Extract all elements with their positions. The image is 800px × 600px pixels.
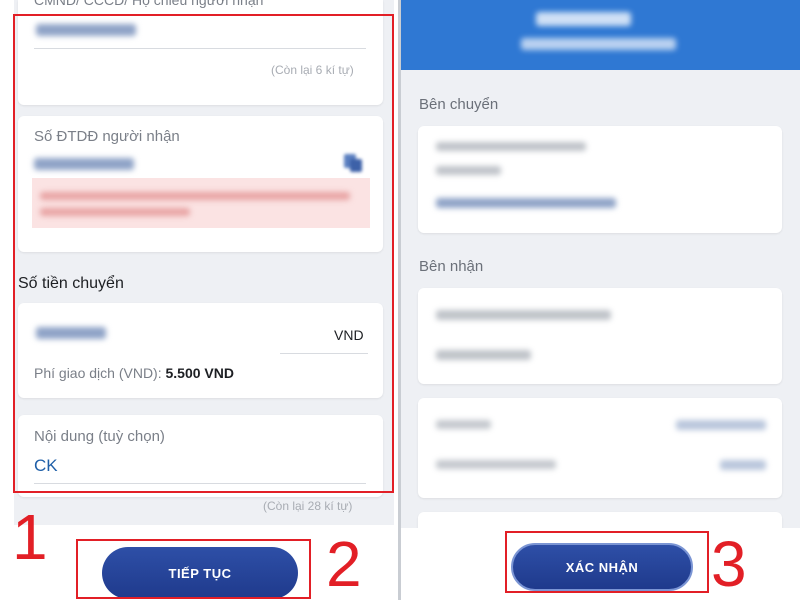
annotation-box-form [13, 14, 394, 493]
sender-label: Bên chuyển [419, 96, 499, 113]
screenshot-stage: CMND/ CCCD/ Hộ chiếu người nhận (Còn lại… [0, 0, 800, 600]
transfer-form-screen: CMND/ CCCD/ Hộ chiếu người nhận (Còn lại… [0, 0, 400, 600]
sender-card [418, 126, 782, 233]
header-subtitle-blurred [521, 38, 676, 50]
annotation-number-2: 2 [326, 528, 362, 600]
amount-summary-card [418, 398, 782, 498]
annotation-box-continue [76, 539, 311, 599]
confirmation-screen: Bên chuyển Bên nhận XÁC NHẬN 3 [401, 0, 800, 600]
annotation-box-confirm [505, 531, 709, 593]
id-number-label: CMND/ CCCD/ Hộ chiếu người nhận [34, 0, 264, 8]
confirmation-header [401, 0, 800, 70]
header-title-blurred [536, 12, 631, 26]
annotation-number-3: 3 [711, 528, 747, 600]
receiver-label: Bên nhận [419, 258, 484, 275]
content-counter: (Còn lại 28 kí tự) [263, 499, 353, 513]
receiver-card [418, 288, 782, 384]
annotation-number-1: 1 [12, 501, 48, 573]
